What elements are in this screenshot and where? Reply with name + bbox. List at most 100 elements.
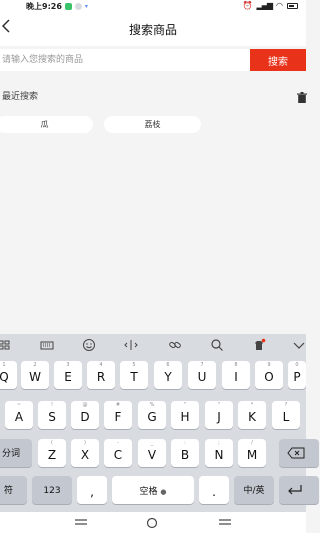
key-f[interactable]: # F — [104, 401, 132, 429]
app-notification-icon — [64, 3, 72, 10]
chevron-down-icon[interactable] — [292, 338, 306, 352]
status-right: ⏰ ▂▄▆ ◠ — [243, 1, 298, 10]
key-hint: @ — [82, 402, 88, 408]
key-m[interactable]: / M — [238, 439, 266, 467]
key-label: Q — [0, 370, 9, 384]
key-hint: ? — [284, 402, 288, 408]
trash-icon[interactable] — [297, 88, 309, 103]
microphone-icon: ● — [160, 488, 167, 496]
cursor-icon[interactable] — [124, 338, 138, 352]
key-p[interactable]: 0P — [288, 361, 306, 389]
enter-key[interactable] — [279, 476, 319, 504]
key-label: F — [114, 410, 122, 424]
key-hint: 6 — [166, 362, 170, 368]
key-hint: 7 — [200, 362, 204, 368]
search-input[interactable] — [0, 49, 250, 71]
key-r[interactable]: 4R — [87, 361, 115, 389]
key-hint: # — [115, 402, 121, 408]
alarm-icon: ⏰ — [242, 1, 253, 10]
key-label: B — [180, 448, 190, 462]
key-j[interactable]: " J — [205, 401, 233, 429]
key-hint: ; — [218, 440, 220, 446]
key-label: N — [214, 448, 224, 462]
key-label: X — [80, 448, 90, 462]
key-z[interactable]: (Z — [38, 439, 66, 467]
key-label: K — [248, 410, 256, 424]
grid-icon[interactable] — [0, 338, 12, 352]
key-y[interactable]: 6Y — [154, 361, 182, 389]
key-o[interactable]: 9O — [255, 361, 283, 389]
number-key[interactable]: 123 — [32, 476, 72, 504]
key-label: H — [180, 410, 190, 424]
key-hint: _ — [150, 440, 154, 446]
key-label: U — [197, 370, 207, 384]
key-hint: 8 — [234, 362, 238, 368]
space-key[interactable]: 空格 ● — [112, 476, 194, 504]
key-hint: 9 — [267, 362, 271, 368]
key-u[interactable]: 7U — [188, 361, 216, 389]
keyboard-icon[interactable] — [40, 338, 54, 352]
search-icon[interactable] — [210, 338, 224, 352]
key-label: 符 — [3, 486, 13, 496]
keyboard: 1Q 2W 3E 4R 5T 6Y 7U 8I 9O 0P ~ A ! S @ D #… — [0, 334, 319, 512]
emoji-icon[interactable] — [82, 338, 96, 352]
key-n[interactable]: ; N — [205, 439, 233, 467]
key-label: 中/英 — [243, 486, 265, 496]
skin-icon[interactable] — [252, 338, 266, 352]
key-label: L — [282, 410, 290, 424]
key-label: 123 — [43, 486, 61, 496]
key-q[interactable]: 1Q — [0, 361, 17, 389]
key-label: 分词 — [1, 449, 20, 459]
arrow-icon: ▾ — [84, 3, 88, 10]
search-row: 搜索 — [0, 47, 306, 73]
key-c[interactable]: -C — [104, 439, 132, 467]
link-icon[interactable] — [168, 338, 182, 352]
key-label: Z — [47, 448, 57, 462]
key-l[interactable]: ? L — [272, 401, 300, 429]
backspace-icon — [287, 447, 305, 459]
lang-switch-key[interactable]: 中/英 — [234, 476, 274, 504]
backspace-key[interactable] — [279, 439, 319, 467]
key-hint: 4 — [99, 362, 103, 368]
segment-key[interactable]: 分词 — [0, 439, 32, 467]
key-s[interactable]: ! S — [38, 401, 66, 429]
keyboard-toolbar — [0, 334, 306, 356]
key-label: E — [64, 370, 72, 384]
status-left: 晚上9:26 ▾ — [26, 1, 88, 12]
key-hint: 3 — [66, 362, 70, 368]
symbol-key[interactable]: 符 — [0, 476, 27, 504]
key-b[interactable]: :B — [171, 439, 199, 467]
header: 搜索商品 — [0, 12, 306, 46]
recent-search-chip[interactable]: 荔枝 — [104, 116, 201, 133]
recent-search-chip[interactable]: 瓜 — [0, 116, 93, 133]
key-i[interactable]: 8I — [222, 361, 250, 389]
key-hint: ~ — [16, 402, 22, 408]
key-g[interactable]: % G — [138, 401, 166, 429]
key-h[interactable]: " H — [171, 401, 199, 429]
key-label: V — [147, 448, 157, 462]
key-label: C — [113, 448, 123, 462]
circle-icon — [74, 3, 82, 10]
key-v[interactable]: _ V — [138, 439, 166, 467]
key-x[interactable]: ) X — [71, 439, 99, 467]
battery-icon — [287, 2, 298, 9]
search-button[interactable]: 搜索 — [250, 49, 306, 71]
key-label: . — [212, 485, 216, 499]
key-d[interactable]: @ D — [71, 401, 99, 429]
key-hint: ( — [51, 440, 53, 446]
key-e[interactable]: 3E — [54, 361, 82, 389]
key-t[interactable]: 5T — [120, 361, 148, 389]
key-label: G — [147, 410, 157, 424]
key-w[interactable]: 2W — [21, 361, 49, 389]
key-hint: ! — [50, 402, 53, 408]
home-icon[interactable] — [146, 517, 158, 529]
key-hint: 1 — [2, 362, 6, 368]
menu-icon[interactable] — [74, 517, 88, 527]
key-a[interactable]: ~ A — [5, 401, 33, 429]
comma-key[interactable]: , — [77, 476, 107, 504]
period-key[interactable]: . — [199, 476, 229, 504]
key-k[interactable]: * K — [238, 401, 266, 429]
status-bar: 晚上9:26 ▾ ⏰ ▂▄▆ ◠ — [0, 0, 306, 12]
back-icon[interactable] — [218, 517, 232, 527]
key-label: W — [29, 370, 41, 384]
